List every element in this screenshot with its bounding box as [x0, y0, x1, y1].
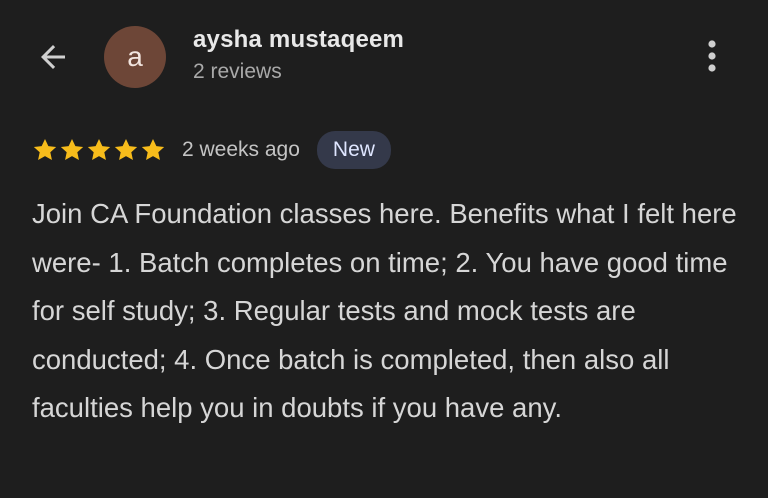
review-header: a aysha mustaqeem 2 reviews [0, 0, 768, 110]
review-count: 2 reviews [193, 60, 282, 83]
rating-row: 2 weeks ago New [32, 128, 391, 172]
back-button[interactable] [30, 34, 76, 80]
star-icon [60, 138, 84, 160]
reviewer-name[interactable]: aysha mustaqeem [193, 26, 404, 54]
more-vert-icon [708, 40, 716, 72]
avatar-initial: a [127, 41, 143, 72]
avatar[interactable]: a [104, 26, 166, 88]
star-icon [87, 138, 111, 160]
arrow-left-icon [41, 45, 65, 69]
review-time: 2 weeks ago [182, 138, 300, 161]
more-options-button[interactable] [693, 34, 731, 78]
star-icon [114, 138, 138, 160]
star-icon [33, 138, 57, 160]
new-badge: New [316, 131, 391, 169]
star-rating [32, 137, 166, 163]
review-text: Join CA Foundation classes here. Benefit… [32, 198, 737, 423]
star-icon [141, 138, 165, 160]
